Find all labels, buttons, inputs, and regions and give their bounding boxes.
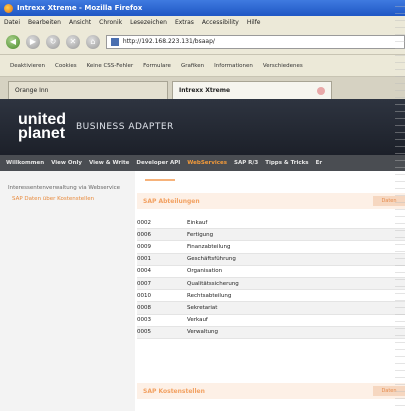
nav-developer-api[interactable]: Developer API bbox=[136, 160, 180, 166]
menu-lesezeichen[interactable]: Lesezeichen bbox=[130, 19, 167, 26]
window-titlebar: Intrexx Xtreme - Mozilla Firefox bbox=[0, 0, 405, 16]
section-title: SAP Abteilungen bbox=[143, 197, 200, 205]
menu-bar: Datei Bearbeiten Ansicht Chronik Lesezei… bbox=[0, 16, 405, 29]
departments-table: 0002 Einkauf 0006 Fertigung 0009 Finanza… bbox=[137, 217, 405, 339]
navigation-toolbar: ◀ ▶ ↻ ✕ ⌂ http://192.168.223.131/bsaap/ bbox=[0, 29, 405, 55]
department-code: 0001 bbox=[137, 256, 151, 263]
department-code: 0002 bbox=[137, 219, 151, 226]
reload-button[interactable]: ↻ bbox=[45, 34, 60, 49]
divider bbox=[145, 179, 175, 181]
department-code: 0003 bbox=[137, 317, 151, 324]
menu-accessibility[interactable]: Accessibility bbox=[202, 19, 239, 26]
department-code: 0010 bbox=[137, 292, 151, 299]
department-name: Geschäftsführung bbox=[187, 256, 236, 263]
table-row[interactable]: 0002 Einkauf bbox=[137, 217, 405, 230]
nav-webservices[interactable]: WebServices bbox=[187, 160, 227, 166]
menu-datei[interactable]: Datei bbox=[4, 19, 20, 26]
firefox-icon bbox=[4, 3, 13, 13]
table-row[interactable]: 0009 Finanzabteilung bbox=[137, 241, 405, 254]
section-header-kostenstellen: SAP Kostenstellen Daten bbox=[137, 383, 405, 399]
devbar-formulare[interactable]: Formulare bbox=[143, 63, 171, 69]
department-name: Sekretariat bbox=[187, 304, 218, 311]
department-name: Verkauf bbox=[187, 317, 208, 324]
table-row[interactable]: 0004 Organisation bbox=[137, 266, 405, 278]
tab-orange-inn[interactable]: Orange Inn bbox=[8, 81, 168, 99]
devbar-grafiken[interactable]: Grafiken bbox=[181, 63, 204, 69]
main-content: SAP Abteilungen Daten 0002 Einkauf 0006 … bbox=[137, 171, 405, 411]
site-header: united planet BUSINESS ADAPTER bbox=[0, 99, 405, 155]
department-name: Organisation bbox=[187, 268, 223, 275]
menu-extras[interactable]: Extras bbox=[175, 19, 194, 26]
department-name: Qualitätssicherung bbox=[187, 280, 239, 287]
department-code: 0008 bbox=[137, 304, 151, 311]
sidebar-link-kostenstellen[interactable]: SAP Daten über Kostenstellen bbox=[8, 196, 127, 203]
table-row[interactable]: 0003 Verkauf bbox=[137, 315, 405, 327]
tab-intrexx-xtreme[interactable]: Intrexx Xtreme bbox=[172, 81, 332, 99]
close-tab-icon[interactable] bbox=[317, 86, 325, 95]
stop-button[interactable]: ✕ bbox=[65, 34, 80, 49]
table-row[interactable]: 0007 Qualitätssicherung bbox=[137, 277, 405, 291]
url-text: http://192.168.223.131/bsaap/ bbox=[122, 38, 215, 45]
department-code: 0009 bbox=[137, 243, 151, 250]
nav-sap-r3[interactable]: SAP R/3 bbox=[234, 160, 258, 166]
table-row[interactable]: 0008 Sekretariat bbox=[137, 302, 405, 315]
devbar-verschiedenes[interactable]: Verschiedenes bbox=[263, 63, 303, 69]
table-row[interactable]: 0006 Fertigung bbox=[137, 229, 405, 242]
section-header-abteilungen: SAP Abteilungen Daten bbox=[137, 193, 405, 209]
site-favicon-icon bbox=[110, 37, 119, 46]
window-title: Intrexx Xtreme - Mozilla Firefox bbox=[17, 4, 143, 12]
tab-label: Orange Inn bbox=[15, 87, 49, 94]
nav-more[interactable]: Er bbox=[316, 160, 322, 166]
department-code: 0005 bbox=[137, 329, 151, 336]
menu-bearbeiten[interactable]: Bearbeiten bbox=[28, 19, 61, 26]
back-button[interactable]: ◀ bbox=[6, 34, 20, 49]
main-navigation: Willkommen View Only View & Write Develo… bbox=[0, 155, 405, 171]
menu-ansicht[interactable]: Ansicht bbox=[69, 19, 91, 26]
department-name: Finanzabteilung bbox=[187, 243, 231, 250]
department-code: 0006 bbox=[137, 231, 151, 238]
menu-hilfe[interactable]: Hilfe bbox=[247, 19, 261, 26]
torn-edge bbox=[395, 0, 405, 411]
department-name: Fertigung bbox=[187, 231, 214, 238]
forward-button[interactable]: ▶ bbox=[25, 34, 40, 49]
department-name: Verwaltung bbox=[187, 329, 218, 336]
web-developer-toolbar: Deaktivieren Cookies Keine CSS-Fehler Fo… bbox=[0, 55, 405, 77]
table-row[interactable]: 0001 Geschäftsführung bbox=[137, 253, 405, 266]
url-bar[interactable]: http://192.168.223.131/bsaap/ bbox=[105, 34, 405, 49]
tab-bar: Orange Inn Intrexx Xtreme bbox=[0, 77, 405, 99]
sidebar-heading[interactable]: Interessentenverwaltung via Webservice bbox=[8, 185, 127, 192]
table-row[interactable]: 0010 Rechtsabteilung bbox=[137, 290, 405, 303]
sidebar: Interessentenverwaltung via Webservice S… bbox=[0, 171, 135, 411]
devbar-cookies[interactable]: Cookies bbox=[55, 63, 77, 69]
section-title: SAP Kostenstellen bbox=[143, 387, 205, 395]
devbar-css[interactable]: Keine CSS-Fehler bbox=[87, 63, 134, 69]
department-name: Einkauf bbox=[187, 219, 208, 226]
department-name: Rechtsabteilung bbox=[187, 292, 232, 299]
nav-view-only[interactable]: View Only bbox=[51, 160, 82, 166]
home-button[interactable]: ⌂ bbox=[85, 34, 100, 49]
nav-view-write[interactable]: View & Write bbox=[89, 160, 129, 166]
header-subtitle: BUSINESS ADAPTER bbox=[76, 122, 174, 132]
table-row[interactable]: 0005 Verwaltung bbox=[137, 326, 405, 339]
department-code: 0004 bbox=[137, 268, 151, 275]
department-code: 0007 bbox=[137, 280, 151, 287]
tab-label: Intrexx Xtreme bbox=[179, 87, 231, 94]
nav-willkommen[interactable]: Willkommen bbox=[6, 160, 44, 166]
menu-chronik[interactable]: Chronik bbox=[99, 19, 122, 26]
devbar-deaktivieren[interactable]: Deaktivieren bbox=[10, 63, 45, 69]
devbar-informationen[interactable]: Informationen bbox=[214, 63, 253, 69]
nav-tipps-tricks[interactable]: Tipps & Tricks bbox=[265, 160, 308, 166]
united-planet-logo[interactable]: united planet bbox=[18, 112, 66, 142]
